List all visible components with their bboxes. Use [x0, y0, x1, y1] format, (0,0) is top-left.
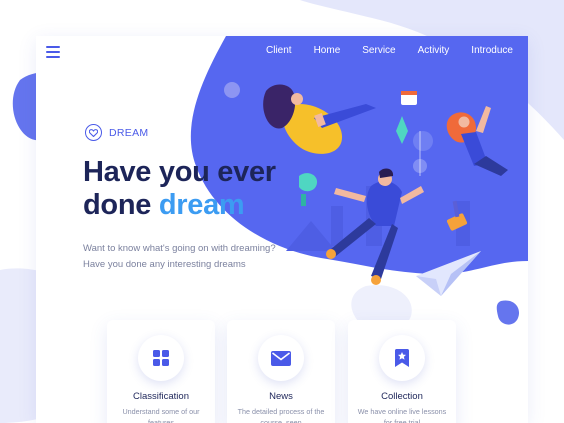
- heart-circle-icon: [85, 124, 102, 141]
- nav-link-client[interactable]: Client: [266, 45, 292, 56]
- feature-title: Classification: [133, 391, 189, 402]
- headline-line-2-plain: done: [83, 189, 159, 221]
- feature-description: The detailed process of the course, seen: [237, 407, 325, 423]
- feature-description: We have online live lessons for free tri…: [357, 407, 447, 423]
- landing-page-card: Client Home Service Activity Introduce D…: [36, 36, 528, 423]
- page-title: Have you ever done dream: [83, 156, 333, 222]
- feature-title: Collection: [381, 391, 423, 402]
- feature-card-collection[interactable]: Collection We have online live lessons f…: [348, 320, 456, 423]
- top-navigation: Client Home Service Activity Introduce: [266, 45, 513, 56]
- feature-card-classification[interactable]: Classification Understand some of our fe…: [107, 320, 215, 423]
- feature-card-news[interactable]: News The detailed process of the course,…: [227, 320, 335, 423]
- hero-description: Want to know what's going on with dreami…: [83, 243, 276, 270]
- brand-label: DREAM: [109, 126, 149, 139]
- headline-accent-word: dream: [158, 189, 245, 221]
- feature-title: News: [269, 391, 293, 402]
- nav-link-activity[interactable]: Activity: [418, 45, 450, 56]
- feature-description: Understand some of our features: [122, 407, 200, 423]
- grid-icon: [138, 335, 184, 381]
- nav-link-introduce[interactable]: Introduce: [471, 45, 513, 56]
- nav-link-service[interactable]: Service: [362, 45, 395, 56]
- brand: DREAM: [85, 124, 148, 141]
- nav-link-home[interactable]: Home: [314, 45, 341, 56]
- bookmark-star-icon: [379, 335, 425, 381]
- headline-line-1: Have you ever: [83, 156, 276, 188]
- envelope-icon: [258, 335, 304, 381]
- hamburger-menu-icon[interactable]: [46, 46, 60, 58]
